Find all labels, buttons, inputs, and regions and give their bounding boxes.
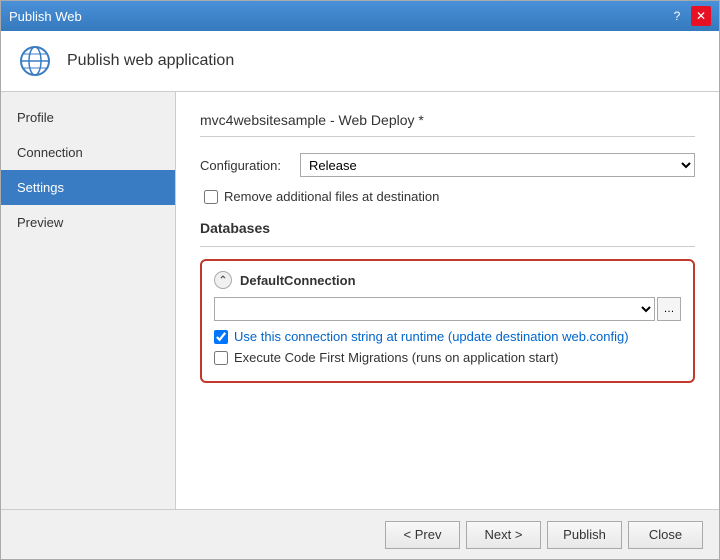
remove-files-row: Remove additional files at destination [204,189,695,204]
db-connection-row: … [214,297,681,321]
db-connection-name: DefaultConnection [240,273,356,288]
remove-files-checkbox[interactable] [204,190,218,204]
close-button[interactable]: Close [628,521,703,549]
globe-icon [17,43,53,79]
execute-migrations-checkbox[interactable] [214,351,228,365]
sidebar: Profile Connection Settings Preview [1,92,176,509]
configuration-row: Configuration: Release Debug [200,153,695,177]
configuration-select-wrapper: Release Debug [300,153,695,177]
content-heading: mvc4websitesample - Web Deploy * [200,112,695,137]
use-connection-string-label: Use this connection string at runtime (u… [234,329,629,344]
sidebar-item-profile[interactable]: Profile [1,100,175,135]
dialog-title: Publish Web [9,9,82,24]
header-title: Publish web application [67,52,234,70]
close-title-button[interactable]: ✕ [691,6,711,26]
project-name: mvc4websitesample [200,112,326,128]
databases-section: Databases ⌃ DefaultConnection … [200,220,695,383]
db-group-header: ⌃ DefaultConnection [214,271,681,289]
deploy-method: - Web Deploy * [326,112,424,128]
publish-web-dialog: Publish Web ? ✕ Publish web application … [0,0,720,560]
use-connection-string-checkbox[interactable] [214,330,228,344]
execute-migrations-label: Execute Code First Migrations (runs on a… [234,350,558,365]
collapse-icon[interactable]: ⌃ [214,271,232,289]
sidebar-item-preview[interactable]: Preview [1,205,175,240]
sidebar-item-connection[interactable]: Connection [1,135,175,170]
databases-divider [200,246,695,247]
db-browse-button[interactable]: … [657,297,681,321]
databases-label: Databases [200,220,695,236]
next-button[interactable]: Next > [466,521,541,549]
db-connection-select[interactable] [214,297,655,321]
main-content: Profile Connection Settings Preview mvc4… [1,92,719,509]
configuration-label: Configuration: [200,158,300,173]
use-connection-string-row: Use this connection string at runtime (u… [214,329,681,344]
help-button[interactable]: ? [667,6,687,26]
publish-button[interactable]: Publish [547,521,622,549]
db-options: Use this connection string at runtime (u… [214,329,681,365]
configuration-select[interactable]: Release Debug [300,153,695,177]
title-bar-controls: ? ✕ [667,6,711,26]
sidebar-item-settings[interactable]: Settings [1,170,175,205]
header-bar: Publish web application [1,31,719,92]
remove-files-label: Remove additional files at destination [224,189,439,204]
prev-button[interactable]: < Prev [385,521,460,549]
content-area: mvc4websitesample - Web Deploy * Configu… [176,92,719,509]
title-bar: Publish Web ? ✕ [1,1,719,31]
execute-migrations-row: Execute Code First Migrations (runs on a… [214,350,681,365]
default-connection-group: ⌃ DefaultConnection … Use this connectio… [200,259,695,383]
footer: < Prev Next > Publish Close [1,509,719,559]
